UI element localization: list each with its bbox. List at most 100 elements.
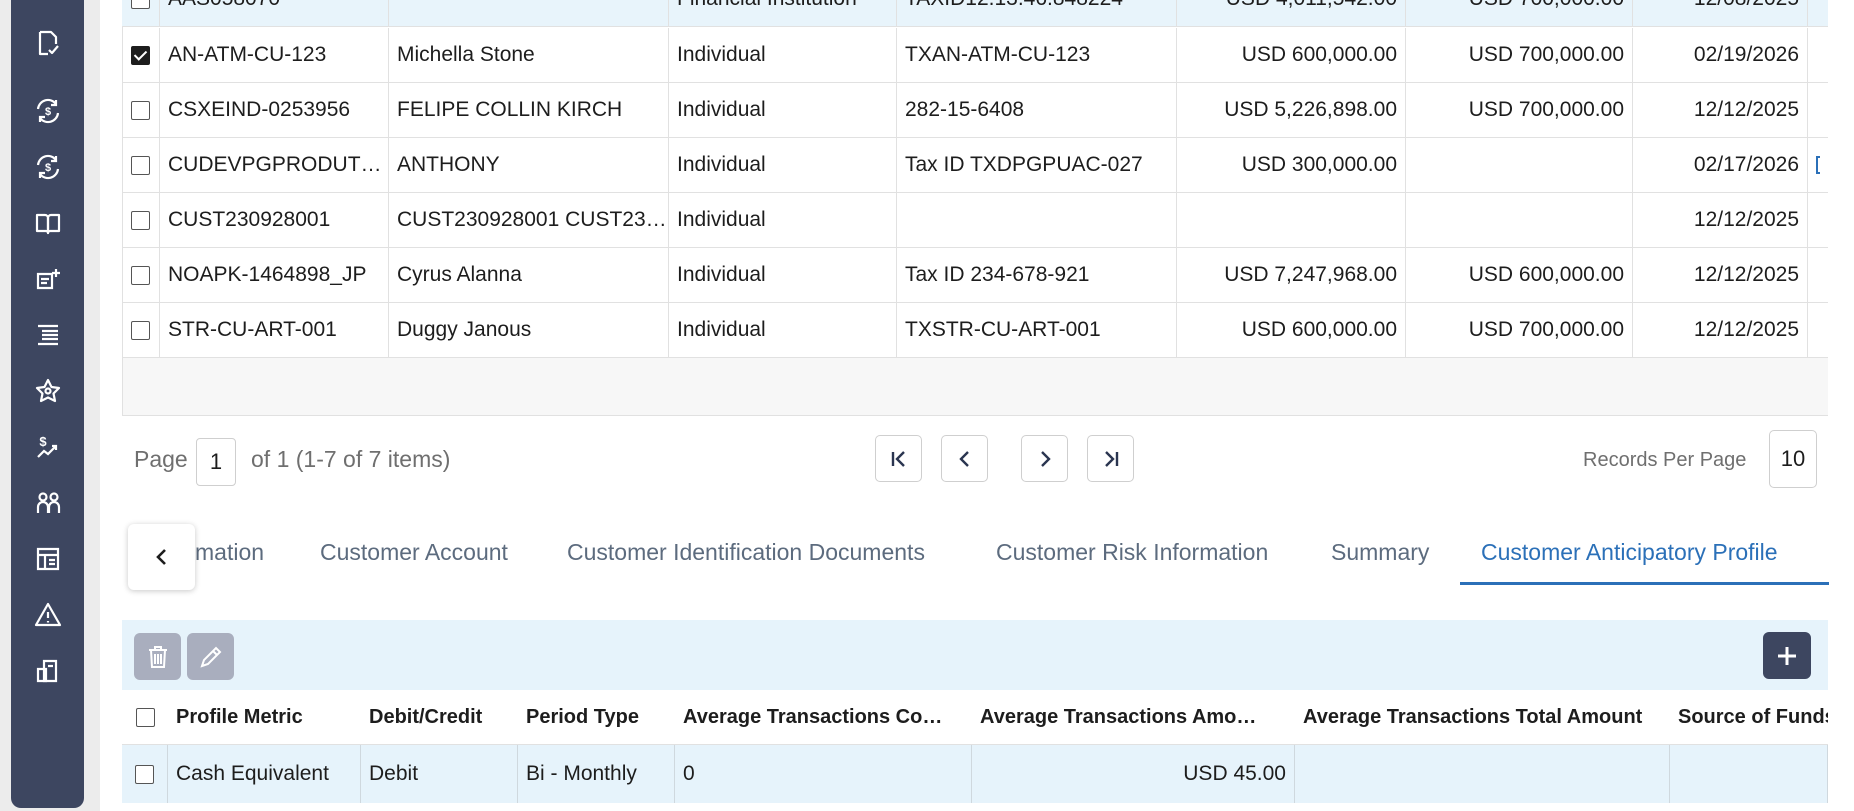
period-type: Bi - Monthly: [518, 745, 675, 803]
customer-name: Michella Stone: [389, 28, 669, 82]
rail-item-dollar-chart[interactable]: $: [11, 424, 84, 470]
first-page-icon: [891, 450, 905, 467]
customer-type: Financial Institution: [669, 0, 897, 26]
edit-indicator-icon[interactable]: [1816, 156, 1820, 174]
row-checkbox[interactable]: [131, 320, 150, 340]
amount-1: USD 5,226,898.00: [1177, 83, 1406, 137]
customer-name: FELIPE COLLIN KIRCH: [389, 83, 669, 137]
row-checkbox-cell: [122, 0, 160, 26]
header-avg-transactions-count[interactable]: Average Transactions Co…: [675, 690, 972, 744]
ticket-add-icon: [36, 269, 60, 290]
header-profile-metric[interactable]: Profile Metric: [168, 690, 361, 744]
records-per-page-select[interactable]: 10: [1769, 430, 1817, 488]
people-icon: [36, 492, 60, 513]
header-debit-credit[interactable]: Debit/Credit: [361, 690, 518, 744]
row-checkbox-checked[interactable]: [131, 45, 150, 65]
amount-1: [1177, 193, 1406, 247]
table-row-partial[interactable]: AAS058070 Financial Institution TAXID12.…: [122, 0, 1828, 27]
profile-table-header: Profile Metric Debit/Credit Period Type …: [122, 690, 1828, 745]
add-button[interactable]: [1763, 632, 1811, 679]
pagination: Page 1 of 1 (1-7 of 7 items) Records Per…: [122, 430, 1828, 490]
row-checkbox[interactable]: [131, 210, 150, 230]
tab-summary[interactable]: Summary: [1331, 539, 1429, 566]
customer-type: Individual: [669, 138, 897, 192]
rail-item-book[interactable]: [11, 200, 84, 246]
rail-item-ticket[interactable]: [11, 256, 84, 302]
last-page-button[interactable]: [1087, 435, 1134, 482]
row-overflow: [1808, 248, 1828, 302]
plus-icon: [1778, 646, 1796, 665]
row-checkbox-cell: [122, 28, 160, 82]
amount-2: USD 700,000.00: [1406, 83, 1633, 137]
tax-id: Tax ID TXDPGPUAC-027: [897, 138, 1177, 192]
rail-item-currency[interactable]: $: [11, 88, 84, 134]
page-label: Page: [134, 446, 188, 472]
tab-risk-information[interactable]: Customer Risk Information: [996, 539, 1268, 566]
delete-button[interactable]: [134, 633, 181, 680]
table-row[interactable]: Cash Equivalent Debit Bi - Monthly 0 USD…: [122, 745, 1828, 803]
rail-item-report[interactable]: [11, 536, 84, 582]
rail-item-documents[interactable]: [11, 20, 84, 66]
edit-button[interactable]: [187, 633, 234, 680]
amount-2: USD 700,000.00: [1406, 303, 1633, 357]
tab-scroll-left-button[interactable]: [128, 524, 195, 590]
customer-type: Individual: [669, 248, 897, 302]
next-page-button[interactable]: [1021, 435, 1068, 482]
page-input[interactable]: 1: [196, 438, 236, 486]
row-checkbox-cell: [122, 83, 160, 137]
tax-id: TXAN-ATM-CU-123: [897, 28, 1177, 82]
table-row[interactable]: STR-CU-ART-001 Duggy Janous Individual T…: [122, 303, 1828, 358]
tab-customer-account[interactable]: Customer Account: [320, 539, 508, 566]
rail-item-warning[interactable]: [11, 592, 84, 638]
customer-type: Individual: [669, 28, 897, 82]
rail-item-currency-2[interactable]: $: [11, 144, 84, 190]
table-row[interactable]: AN-ATM-CU-123 Michella Stone Individual …: [122, 28, 1828, 83]
prev-page-button[interactable]: [941, 435, 988, 482]
page-summary: of 1 (1-7 of 7 items): [251, 446, 451, 472]
amount-1: USD 4,011,542.00: [1177, 0, 1406, 26]
customer-type: Individual: [669, 303, 897, 357]
row-checkbox[interactable]: [135, 764, 154, 784]
chevron-right-icon: [1040, 450, 1051, 467]
header-period-type[interactable]: Period Type: [518, 690, 675, 744]
date: 02/19/2026: [1633, 28, 1808, 82]
row-checkbox[interactable]: [131, 100, 150, 120]
rail-item-phone-doc[interactable]: [11, 648, 84, 694]
row-overflow: [1808, 0, 1828, 26]
table-row[interactable]: CUST230928001 CUST230928001 CUST23… Indi…: [122, 193, 1828, 248]
amount-2: [1406, 193, 1633, 247]
row-checkbox[interactable]: [131, 155, 150, 175]
rail-item-list[interactable]: [11, 312, 84, 358]
customer-type: Individual: [669, 83, 897, 137]
chevron-left-icon: [155, 549, 166, 565]
header-avg-transactions-total[interactable]: Average Transactions Total Amount: [1295, 690, 1670, 744]
active-tab-indicator: [1460, 582, 1829, 585]
select-all-checkbox[interactable]: [135, 707, 155, 727]
side-rail: $ $ $: [11, 0, 84, 808]
row-overflow: [1808, 28, 1828, 82]
rail-item-people[interactable]: [11, 480, 84, 526]
currency-cycle-2-icon: $: [36, 154, 59, 180]
grid-empty-area: [122, 358, 1828, 416]
currency-cycle-icon: $: [36, 98, 59, 124]
tab-information[interactable]: mation: [195, 539, 264, 566]
row-checkbox-cell: [122, 745, 168, 803]
row-checkbox[interactable]: [131, 265, 150, 285]
avg-transactions-amount: USD 45.00: [972, 745, 1295, 803]
detail-tabs: mation Customer Account Customer Identif…: [122, 524, 1829, 590]
row-checkbox[interactable]: [131, 0, 150, 9]
table-row[interactable]: CUDEVPGPRODUT… ANTHONY Individual Tax ID…: [122, 138, 1828, 193]
date: 12/12/2025: [1633, 83, 1808, 137]
rail-item-network[interactable]: [11, 368, 84, 414]
header-avg-transactions-amount[interactable]: Average Transactions Amo…: [972, 690, 1295, 744]
header-source-of-funds[interactable]: Source of Funds: [1670, 690, 1828, 744]
table-row[interactable]: NOAPK-1464898_JP Cyrus Alanna Individual…: [122, 248, 1828, 303]
main-content: AAS058070 Financial Institution TAXID12.…: [122, 0, 1854, 811]
amount-1: USD 300,000.00: [1177, 138, 1406, 192]
first-page-button[interactable]: [875, 435, 922, 482]
table-row[interactable]: CSXEIND-0253956 FELIPE COLLIN KIRCH Indi…: [122, 83, 1828, 138]
tab-identification-documents[interactable]: Customer Identification Documents: [567, 539, 925, 566]
profile-toolbar: [122, 620, 1828, 690]
warning-icon: [34, 602, 61, 627]
tab-anticipatory-profile[interactable]: Customer Anticipatory Profile: [1481, 539, 1778, 566]
